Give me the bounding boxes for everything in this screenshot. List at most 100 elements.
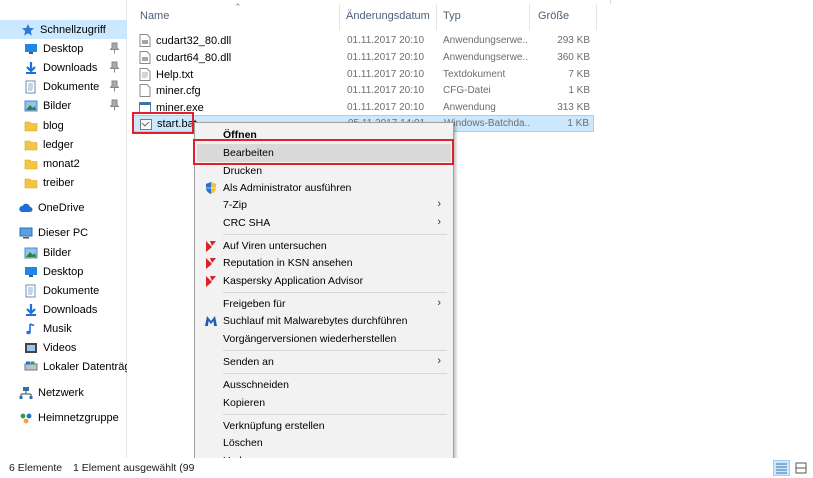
- file-type: CFG-Datei: [443, 85, 491, 96]
- nav-item-this-pc[interactable]: Dieser PC: [0, 223, 127, 242]
- file-size: 7 KB: [568, 69, 590, 80]
- desktop-icon: [24, 42, 38, 56]
- column-divider[interactable]: [339, 4, 340, 30]
- pin-icon[interactable]: [110, 80, 119, 92]
- column-divider[interactable]: [596, 4, 597, 30]
- nav-item-folder-ledger[interactable]: ledger: [0, 135, 127, 154]
- menu-item-cut[interactable]: Ausschneiden: [197, 376, 451, 394]
- nav-item-folder-blog[interactable]: blog: [0, 116, 127, 135]
- file-type: Anwendungserwe...: [443, 52, 529, 63]
- tiles-view-button[interactable]: [793, 460, 810, 476]
- file-type: Anwendungserwe...: [443, 35, 529, 46]
- column-header-type[interactable]: Typ: [443, 10, 461, 22]
- folder-icon: [24, 138, 38, 152]
- nav-item-pc-videos[interactable]: Videos: [0, 338, 127, 357]
- menu-item-share[interactable]: Freigeben für ›: [197, 295, 451, 313]
- nav-item-pc-documents[interactable]: Dokumente: [0, 281, 127, 300]
- menu-item-restore-versions[interactable]: Vorgängerversionen wiederherstellen: [197, 330, 451, 348]
- chevron-right-icon: ›: [437, 297, 441, 309]
- file-type: Textdokument: [443, 69, 506, 80]
- chevron-right-icon: ›: [437, 198, 441, 210]
- folder-icon: [24, 157, 38, 171]
- menu-item-run-as-admin[interactable]: Als Administrator ausführen: [197, 179, 451, 197]
- nav-item-pc-music[interactable]: Musik: [0, 319, 127, 338]
- nav-item-label: Videos: [43, 341, 77, 354]
- desktop-icon: [24, 265, 38, 279]
- menu-item-crc-sha[interactable]: CRC SHA ›: [197, 214, 451, 232]
- nav-item-documents[interactable]: Dokumente: [0, 77, 127, 96]
- nav-item-folder-treiber[interactable]: treiber: [0, 173, 127, 192]
- menu-item-kaspersky-advisor[interactable]: Kaspersky Application Advisor: [197, 272, 451, 290]
- menu-item-scan-virus[interactable]: Auf Viren untersuchen: [197, 237, 451, 255]
- folder-icon: [24, 119, 38, 133]
- star-icon: [21, 23, 35, 37]
- pin-icon[interactable]: [110, 61, 119, 73]
- pin-icon[interactable]: [110, 99, 119, 111]
- nav-item-label: treiber: [43, 176, 75, 189]
- chevron-right-icon: ›: [437, 355, 441, 367]
- column-divider[interactable]: [529, 4, 530, 30]
- column-header-date[interactable]: Änderungsdatum: [346, 10, 430, 22]
- column-header-size[interactable]: Größe: [538, 10, 569, 22]
- column-header-name[interactable]: Name: [140, 10, 169, 22]
- nav-item-label: Heimnetzgruppe: [38, 411, 119, 424]
- menu-separator: [223, 292, 447, 293]
- menu-item-delete[interactable]: Löschen: [197, 434, 451, 452]
- menu-item-label: Als Administrator ausführen: [223, 182, 352, 194]
- download-icon: [24, 61, 38, 75]
- nav-item-pc-pictures[interactable]: Bilder: [0, 243, 127, 262]
- menu-item-copy[interactable]: Kopieren: [197, 394, 451, 412]
- file-type: Anwendung: [443, 102, 496, 113]
- details-view-button[interactable]: [773, 460, 790, 476]
- menu-item-label: Auf Viren untersuchen: [223, 240, 327, 252]
- music-icon: [24, 322, 38, 336]
- menu-item-label: Senden an: [223, 356, 274, 368]
- highlight-box-start-bat: [132, 112, 194, 134]
- file-row[interactable]: cudart64_80.dll 01.11.2017 20:10 Anwendu…: [133, 49, 594, 66]
- nav-item-quick-access[interactable]: Schnellzugriff: [0, 20, 127, 39]
- file-row[interactable]: cudart32_80.dll 01.11.2017 20:10 Anwendu…: [133, 32, 594, 49]
- network-icon: [19, 386, 33, 400]
- nav-item-network[interactable]: Netzwerk: [0, 383, 127, 402]
- nav-item-onedrive[interactable]: OneDrive: [0, 198, 127, 217]
- nav-item-label: Dokumente: [43, 284, 100, 297]
- menu-item-7zip[interactable]: 7-Zip ›: [197, 196, 451, 214]
- menu-item-label: Reputation in KSN ansehen: [223, 257, 353, 269]
- pin-icon[interactable]: [110, 42, 119, 54]
- column-divider[interactable]: [436, 4, 437, 30]
- nav-item-desktop[interactable]: Desktop: [0, 39, 127, 58]
- file-size: 360 KB: [557, 52, 590, 63]
- computer-icon: [19, 226, 33, 240]
- file-row[interactable]: miner.exe 01.11.2017 20:10 Anwendung 313…: [133, 99, 594, 116]
- file-row[interactable]: Help.txt 01.11.2017 20:10 Textdokument 7…: [133, 66, 594, 83]
- menu-item-label: 7-Zip: [223, 199, 247, 211]
- nav-item-pc-downloads[interactable]: Downloads: [0, 300, 127, 319]
- nav-item-pc-local-disk[interactable]: Lokaler Datenträger: [0, 357, 127, 376]
- nav-item-label: Bilder: [43, 246, 72, 259]
- vertical-scrollbar[interactable]: [801, 34, 812, 458]
- menu-item-label: Kaspersky Application Advisor: [223, 275, 364, 287]
- menu-item-ksn-reputation[interactable]: Reputation in KSN ansehen: [197, 254, 451, 272]
- drive-icon: [24, 360, 38, 374]
- dll-file-icon: [139, 51, 151, 64]
- file-date: 01.11.2017 20:10: [347, 35, 425, 46]
- status-item-count: 6 Elemente: [9, 462, 63, 474]
- details-view-icon: [776, 463, 787, 474]
- file-type: Windows-Batchda...: [444, 118, 530, 129]
- nav-item-pictures[interactable]: Bilder: [0, 96, 127, 115]
- menu-separator: [223, 234, 447, 235]
- file-row[interactable]: miner.cfg 01.11.2017 20:10 CFG-Datei 1 K…: [133, 82, 594, 99]
- menu-item-malwarebytes[interactable]: Suchlauf mit Malwarebytes durchführen: [197, 312, 451, 330]
- status-selection: 1 Element ausgewählt (99 Byt: [73, 462, 194, 474]
- menu-item-label: Ausschneiden: [223, 379, 289, 391]
- nav-item-pc-desktop[interactable]: Desktop: [0, 262, 127, 281]
- nav-item-homegroup[interactable]: Heimnetzgruppe: [0, 408, 127, 427]
- menu-item-send-to[interactable]: Senden an ›: [197, 353, 451, 371]
- nav-item-folder-monat2[interactable]: monat2: [0, 154, 127, 173]
- context-menu: Öffnen Bearbeiten Drucken Als Administra…: [194, 122, 454, 478]
- menu-item-create-shortcut[interactable]: Verknüpfung erstellen: [197, 417, 451, 435]
- download-icon: [24, 303, 38, 317]
- navigation-pane: Schnellzugriff Desktop Downloads Dokumen…: [0, 0, 127, 458]
- nav-item-downloads[interactable]: Downloads: [0, 58, 127, 77]
- menu-item-label: Freigeben für: [223, 298, 286, 310]
